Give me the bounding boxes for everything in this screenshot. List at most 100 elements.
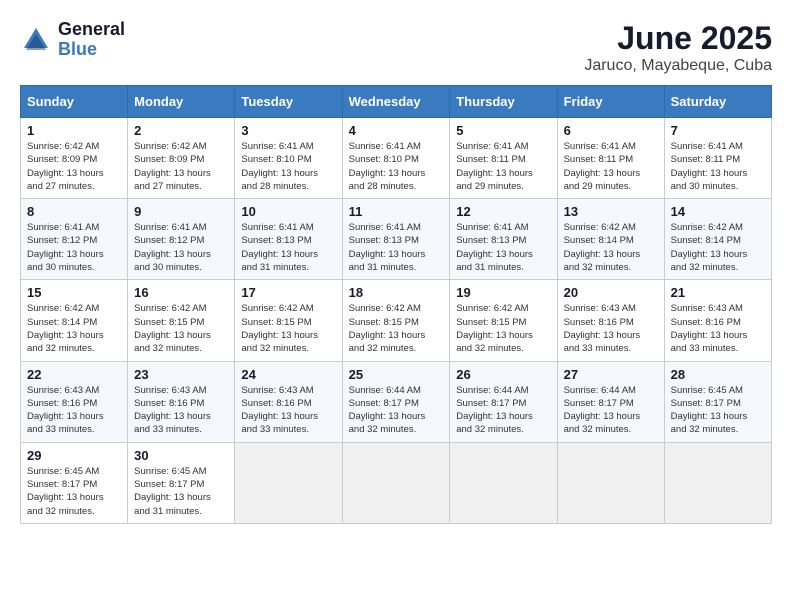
day-cell-12: 12 Sunrise: 6:41 AMSunset: 8:13 PMDaylig… [450, 199, 557, 280]
week-row-4: 22 Sunrise: 6:43 AMSunset: 8:16 PMDaylig… [21, 361, 772, 442]
day-cell-24: 24 Sunrise: 6:43 AMSunset: 8:16 PMDaylig… [235, 361, 342, 442]
day-number: 2 [134, 123, 228, 138]
location-title: Jaruco, Mayabeque, Cuba [584, 57, 772, 75]
day-info: Sunrise: 6:41 AMSunset: 8:11 PMDaylight:… [671, 140, 765, 193]
day-info: Sunrise: 6:42 AMSunset: 8:09 PMDaylight:… [134, 140, 228, 193]
day-number: 25 [349, 367, 444, 382]
day-cell-26: 26 Sunrise: 6:44 AMSunset: 8:17 PMDaylig… [450, 361, 557, 442]
calendar-header-row: Sunday Monday Tuesday Wednesday Thursday… [21, 86, 772, 118]
day-number: 29 [27, 448, 121, 463]
day-info: Sunrise: 6:43 AMSunset: 8:16 PMDaylight:… [671, 302, 765, 355]
day-cell-25: 25 Sunrise: 6:44 AMSunset: 8:17 PMDaylig… [342, 361, 450, 442]
day-cell-18: 18 Sunrise: 6:42 AMSunset: 8:15 PMDaylig… [342, 280, 450, 361]
day-number: 6 [564, 123, 658, 138]
day-cell-15: 15 Sunrise: 6:42 AMSunset: 8:14 PMDaylig… [21, 280, 128, 361]
day-info: Sunrise: 6:42 AMSunset: 8:14 PMDaylight:… [27, 302, 121, 355]
day-cell-8: 8 Sunrise: 6:41 AMSunset: 8:12 PMDayligh… [21, 199, 128, 280]
month-title: June 2025 [584, 20, 772, 57]
day-cell-1: 1 Sunrise: 6:42 AMSunset: 8:09 PMDayligh… [21, 118, 128, 199]
day-number: 21 [671, 285, 765, 300]
empty-cell [342, 442, 450, 523]
day-cell-20: 20 Sunrise: 6:43 AMSunset: 8:16 PMDaylig… [557, 280, 664, 361]
day-number: 22 [27, 367, 121, 382]
empty-cell [557, 442, 664, 523]
day-number: 11 [349, 204, 444, 219]
day-number: 3 [241, 123, 335, 138]
day-info: Sunrise: 6:41 AMSunset: 8:10 PMDaylight:… [241, 140, 335, 193]
day-info: Sunrise: 6:42 AMSunset: 8:14 PMDaylight:… [671, 221, 765, 274]
week-row-3: 15 Sunrise: 6:42 AMSunset: 8:14 PMDaylig… [21, 280, 772, 361]
day-info: Sunrise: 6:41 AMSunset: 8:11 PMDaylight:… [456, 140, 550, 193]
day-number: 5 [456, 123, 550, 138]
col-monday: Monday [128, 86, 235, 118]
col-wednesday: Wednesday [342, 86, 450, 118]
col-sunday: Sunday [21, 86, 128, 118]
day-cell-28: 28 Sunrise: 6:45 AMSunset: 8:17 PMDaylig… [664, 361, 771, 442]
col-tuesday: Tuesday [235, 86, 342, 118]
day-cell-16: 16 Sunrise: 6:42 AMSunset: 8:15 PMDaylig… [128, 280, 235, 361]
day-info: Sunrise: 6:44 AMSunset: 8:17 PMDaylight:… [564, 384, 658, 437]
day-info: Sunrise: 6:43 AMSunset: 8:16 PMDaylight:… [134, 384, 228, 437]
day-cell-3: 3 Sunrise: 6:41 AMSunset: 8:10 PMDayligh… [235, 118, 342, 199]
page-header: General Blue June 2025 Jaruco, Mayabeque… [20, 20, 772, 75]
day-info: Sunrise: 6:44 AMSunset: 8:17 PMDaylight:… [349, 384, 444, 437]
day-info: Sunrise: 6:43 AMSunset: 8:16 PMDaylight:… [564, 302, 658, 355]
logo-icon [20, 24, 52, 56]
day-cell-27: 27 Sunrise: 6:44 AMSunset: 8:17 PMDaylig… [557, 361, 664, 442]
day-number: 8 [27, 204, 121, 219]
day-info: Sunrise: 6:41 AMSunset: 8:10 PMDaylight:… [349, 140, 444, 193]
day-number: 28 [671, 367, 765, 382]
day-info: Sunrise: 6:41 AMSunset: 8:13 PMDaylight:… [456, 221, 550, 274]
col-saturday: Saturday [664, 86, 771, 118]
col-friday: Friday [557, 86, 664, 118]
day-cell-10: 10 Sunrise: 6:41 AMSunset: 8:13 PMDaylig… [235, 199, 342, 280]
day-cell-14: 14 Sunrise: 6:42 AMSunset: 8:14 PMDaylig… [664, 199, 771, 280]
day-number: 24 [241, 367, 335, 382]
day-info: Sunrise: 6:41 AMSunset: 8:12 PMDaylight:… [27, 221, 121, 274]
day-number: 23 [134, 367, 228, 382]
day-cell-30: 30 Sunrise: 6:45 AMSunset: 8:17 PMDaylig… [128, 442, 235, 523]
day-cell-17: 17 Sunrise: 6:42 AMSunset: 8:15 PMDaylig… [235, 280, 342, 361]
day-number: 15 [27, 285, 121, 300]
day-cell-4: 4 Sunrise: 6:41 AMSunset: 8:10 PMDayligh… [342, 118, 450, 199]
day-info: Sunrise: 6:45 AMSunset: 8:17 PMDaylight:… [134, 465, 228, 518]
day-info: Sunrise: 6:41 AMSunset: 8:13 PMDaylight:… [349, 221, 444, 274]
day-cell-13: 13 Sunrise: 6:42 AMSunset: 8:14 PMDaylig… [557, 199, 664, 280]
day-info: Sunrise: 6:42 AMSunset: 8:15 PMDaylight:… [241, 302, 335, 355]
calendar-table: Sunday Monday Tuesday Wednesday Thursday… [20, 85, 772, 524]
day-cell-19: 19 Sunrise: 6:42 AMSunset: 8:15 PMDaylig… [450, 280, 557, 361]
day-number: 10 [241, 204, 335, 219]
day-number: 16 [134, 285, 228, 300]
day-number: 12 [456, 204, 550, 219]
logo-text-general: General [58, 19, 125, 39]
empty-cell [450, 442, 557, 523]
day-cell-29: 29 Sunrise: 6:45 AMSunset: 8:17 PMDaylig… [21, 442, 128, 523]
week-row-2: 8 Sunrise: 6:41 AMSunset: 8:12 PMDayligh… [21, 199, 772, 280]
day-number: 4 [349, 123, 444, 138]
col-thursday: Thursday [450, 86, 557, 118]
day-info: Sunrise: 6:41 AMSunset: 8:12 PMDaylight:… [134, 221, 228, 274]
day-number: 9 [134, 204, 228, 219]
day-info: Sunrise: 6:45 AMSunset: 8:17 PMDaylight:… [671, 384, 765, 437]
day-cell-23: 23 Sunrise: 6:43 AMSunset: 8:16 PMDaylig… [128, 361, 235, 442]
day-number: 18 [349, 285, 444, 300]
day-cell-5: 5 Sunrise: 6:41 AMSunset: 8:11 PMDayligh… [450, 118, 557, 199]
empty-cell [235, 442, 342, 523]
day-cell-22: 22 Sunrise: 6:43 AMSunset: 8:16 PMDaylig… [21, 361, 128, 442]
day-info: Sunrise: 6:42 AMSunset: 8:15 PMDaylight:… [456, 302, 550, 355]
day-info: Sunrise: 6:45 AMSunset: 8:17 PMDaylight:… [27, 465, 121, 518]
title-area: June 2025 Jaruco, Mayabeque, Cuba [584, 20, 772, 75]
week-row-5: 29 Sunrise: 6:45 AMSunset: 8:17 PMDaylig… [21, 442, 772, 523]
day-info: Sunrise: 6:43 AMSunset: 8:16 PMDaylight:… [241, 384, 335, 437]
day-info: Sunrise: 6:44 AMSunset: 8:17 PMDaylight:… [456, 384, 550, 437]
day-number: 14 [671, 204, 765, 219]
day-cell-2: 2 Sunrise: 6:42 AMSunset: 8:09 PMDayligh… [128, 118, 235, 199]
week-row-1: 1 Sunrise: 6:42 AMSunset: 8:09 PMDayligh… [21, 118, 772, 199]
day-info: Sunrise: 6:41 AMSunset: 8:11 PMDaylight:… [564, 140, 658, 193]
day-info: Sunrise: 6:42 AMSunset: 8:15 PMDaylight:… [349, 302, 444, 355]
day-number: 19 [456, 285, 550, 300]
day-number: 17 [241, 285, 335, 300]
empty-cell [664, 442, 771, 523]
day-number: 20 [564, 285, 658, 300]
day-info: Sunrise: 6:42 AMSunset: 8:14 PMDaylight:… [564, 221, 658, 274]
